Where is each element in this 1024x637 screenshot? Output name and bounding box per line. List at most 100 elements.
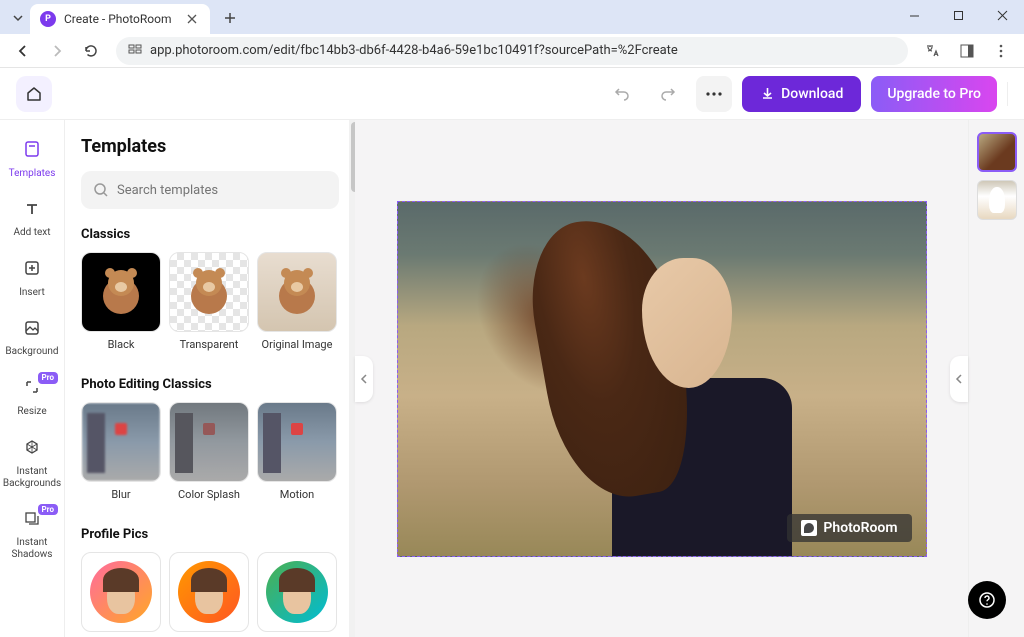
sidebar-label: Add text	[13, 227, 50, 239]
window-minimize-button[interactable]	[892, 0, 936, 30]
pro-badge: Pro	[38, 372, 58, 384]
undo-icon	[613, 85, 631, 103]
template-label: Motion	[280, 488, 315, 501]
sidebar-item-templates[interactable]: Templates	[0, 130, 64, 190]
panel-collapse-left[interactable]	[355, 356, 373, 402]
templates-panel: Templates Classics Black Transparent Ori…	[65, 120, 355, 637]
template-label: Transparent	[180, 338, 239, 351]
template-profile-2[interactable]	[169, 552, 249, 632]
download-button[interactable]: Download	[742, 76, 861, 112]
tab-title: Create - PhotoRoom	[64, 12, 172, 26]
download-icon	[760, 86, 775, 101]
favicon-icon: P	[40, 11, 56, 27]
app-topbar: Download Upgrade to Pro	[0, 68, 1024, 120]
search-templates-box[interactable]	[81, 171, 339, 209]
template-label: Color Splash	[178, 488, 240, 501]
new-tab-button[interactable]	[216, 4, 244, 32]
sidebar-item-background[interactable]: Background	[0, 309, 64, 369]
upgrade-button[interactable]: Upgrade to Pro	[871, 76, 997, 112]
window-maximize-button[interactable]	[936, 0, 980, 30]
template-label: Black	[108, 338, 135, 351]
download-label: Download	[781, 86, 843, 102]
sidebar-label: Instant Backgrounds	[3, 466, 61, 490]
chevron-left-icon	[360, 373, 368, 385]
layer-thumbnail-1[interactable]	[977, 132, 1017, 172]
panel-icon	[959, 43, 975, 59]
browser-menu-button[interactable]	[986, 36, 1016, 66]
section-classics-label: Classics	[81, 227, 339, 242]
redo-button[interactable]	[650, 76, 686, 112]
text-icon	[23, 200, 41, 224]
background-icon	[23, 319, 41, 343]
plus-icon	[224, 12, 236, 24]
template-profile-1[interactable]	[81, 552, 161, 632]
more-options-button[interactable]	[696, 76, 732, 112]
search-input[interactable]	[117, 183, 327, 198]
template-black[interactable]: Black	[81, 252, 161, 351]
sidebar-item-instant-shadows[interactable]: Pro Instant Shadows	[0, 500, 64, 572]
arrow-right-icon	[49, 43, 65, 59]
window-close-button[interactable]	[980, 0, 1024, 30]
template-profile-3[interactable]	[257, 552, 337, 632]
browser-reload-button[interactable]	[76, 36, 106, 66]
layer-thumbnail-2[interactable]	[977, 180, 1017, 220]
watermark-label: PhotoRoom	[823, 520, 897, 536]
sidebar-item-resize[interactable]: Pro Resize	[0, 368, 64, 428]
panel-title: Templates	[81, 136, 339, 157]
template-label: Blur	[111, 488, 130, 501]
side-panel-button[interactable]	[952, 36, 982, 66]
sidebar-item-insert[interactable]: Insert	[0, 249, 64, 309]
sidebar-label: Instant Shadows	[4, 537, 60, 561]
tab-search-dropdown[interactable]	[6, 6, 30, 30]
canvas-area[interactable]: PhotoRoom	[355, 120, 968, 637]
sidebar-label: Insert	[19, 287, 45, 299]
sidebar-label: Resize	[17, 406, 46, 418]
pro-badge: Pro	[38, 504, 58, 516]
help-icon	[978, 591, 996, 609]
url-text: app.photoroom.com/edit/fbc14bb3-db6f-442…	[150, 43, 678, 58]
template-label: Original Image	[262, 338, 333, 351]
kebab-icon	[993, 43, 1009, 59]
address-bar[interactable]: app.photoroom.com/edit/fbc14bb3-db6f-442…	[116, 37, 908, 65]
reload-icon	[83, 43, 99, 59]
arrow-left-icon	[15, 43, 31, 59]
maximize-icon	[953, 10, 964, 21]
home-button[interactable]	[16, 76, 52, 112]
layer-thumbnails	[968, 120, 1024, 637]
sidebar-item-add-text[interactable]: Add text	[0, 190, 64, 250]
tool-sidebar: Templates Add text Insert Background Pro…	[0, 120, 65, 637]
template-color-splash[interactable]: Color Splash	[169, 402, 249, 501]
site-settings-icon[interactable]	[128, 42, 142, 59]
template-original-image[interactable]: Original Image	[257, 252, 337, 351]
watermark[interactable]: PhotoRoom	[787, 514, 911, 542]
template-motion[interactable]: Motion	[257, 402, 337, 501]
template-transparent[interactable]: Transparent	[169, 252, 249, 351]
sidebar-label: Templates	[9, 168, 56, 180]
translate-icon	[925, 43, 941, 59]
undo-button[interactable]	[604, 76, 640, 112]
browser-tab[interactable]: P Create - PhotoRoom	[30, 4, 210, 34]
instant-bg-icon	[23, 438, 41, 462]
translate-button[interactable]	[918, 36, 948, 66]
panel-collapse-right[interactable]	[950, 356, 968, 402]
sidebar-item-instant-backgrounds[interactable]: Instant Backgrounds	[0, 428, 64, 500]
tab-close-button[interactable]	[184, 11, 200, 27]
templates-icon	[23, 140, 41, 164]
canvas-image[interactable]: PhotoRoom	[397, 201, 927, 557]
close-icon	[187, 14, 197, 24]
close-icon	[997, 10, 1008, 21]
redo-icon	[659, 85, 677, 103]
dots-icon	[706, 92, 722, 96]
section-profile-pics-label: Profile Pics	[81, 527, 339, 542]
photoroom-logo-icon	[801, 520, 817, 536]
browser-back-button[interactable]	[8, 36, 38, 66]
minimize-icon	[909, 10, 920, 21]
browser-forward-button[interactable]	[42, 36, 72, 66]
help-button[interactable]	[968, 581, 1006, 619]
upgrade-label: Upgrade to Pro	[887, 86, 981, 102]
template-blur[interactable]: Blur	[81, 402, 161, 501]
section-photo-editing-label: Photo Editing Classics	[81, 377, 339, 392]
insert-icon	[23, 259, 41, 283]
chevron-down-icon	[12, 12, 24, 24]
chevron-left-icon	[955, 373, 963, 385]
